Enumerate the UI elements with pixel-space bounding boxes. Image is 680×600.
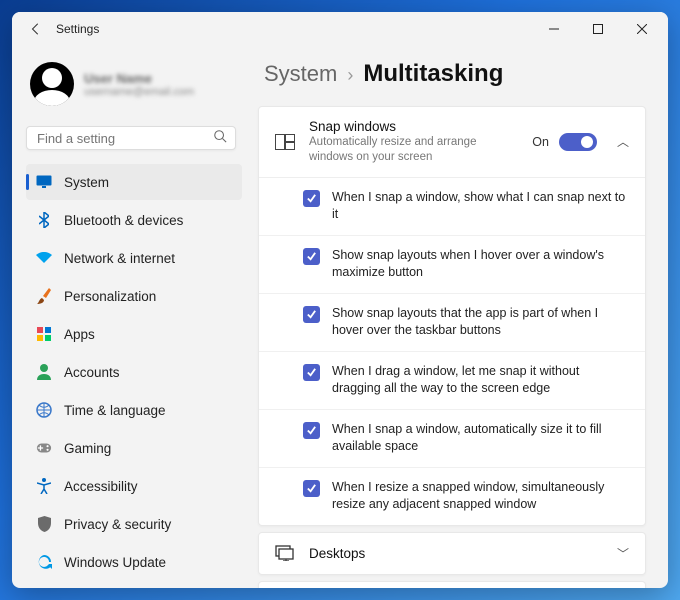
breadcrumb: System › Multitasking: [258, 60, 646, 88]
page-title: Multitasking: [363, 60, 503, 88]
nav-label: Bluetooth & devices: [64, 213, 183, 228]
chevron-down-icon: ﹀: [617, 545, 629, 562]
nav-label: Apps: [64, 327, 95, 342]
sidebar-item-apps[interactable]: Apps: [26, 316, 242, 352]
window-title: Settings: [56, 22, 99, 36]
snap-option-3: When I drag a window, let me snap it wit…: [259, 352, 645, 410]
nav-label: Personalization: [64, 289, 156, 304]
globe-clock-icon: [36, 402, 52, 418]
checkbox[interactable]: [303, 306, 320, 323]
snap-layout-icon: [275, 134, 295, 150]
checkbox[interactable]: [303, 190, 320, 207]
sidebar-item-accounts[interactable]: Accounts: [26, 354, 242, 390]
sidebar-item-windows-update[interactable]: Windows Update: [26, 544, 242, 580]
nav-label: Accounts: [64, 365, 120, 380]
option-label: When I snap a window, show what I can sn…: [332, 189, 629, 224]
snap-subtitle: Automatically resize and arrange windows…: [309, 135, 518, 165]
chevron-up-icon: ︿: [617, 133, 629, 150]
nav-label: Gaming: [64, 441, 111, 456]
snap-option-0: When I snap a window, show what I can sn…: [259, 178, 645, 236]
sidebar-item-bluetooth-devices[interactable]: Bluetooth & devices: [26, 202, 242, 238]
profile-name: User Name: [84, 71, 194, 86]
desktops-header[interactable]: Desktops ﹀: [259, 533, 645, 574]
bluetooth-icon: [36, 212, 52, 228]
sidebar-item-personalization[interactable]: Personalization: [26, 278, 242, 314]
snap-title: Snap windows: [309, 119, 518, 134]
sidebar-item-system[interactable]: System: [26, 164, 242, 200]
shield-icon: [36, 516, 52, 532]
avatar: [30, 62, 74, 106]
sidebar-item-accessibility[interactable]: Accessibility: [26, 468, 242, 504]
brush-icon: [36, 288, 52, 304]
option-label: Show snap layouts when I hover over a wi…: [332, 247, 629, 282]
sidebar: User Name username@email.com System Bluet…: [12, 46, 250, 588]
monitor-icon: [36, 174, 52, 190]
profile-email: username@email.com: [84, 86, 194, 98]
minimize-button[interactable]: [532, 14, 576, 44]
profile-block[interactable]: User Name username@email.com: [26, 54, 242, 122]
toggle-state-label: On: [532, 135, 549, 149]
chevron-right-icon: ›: [347, 65, 353, 86]
snap-options-list: When I snap a window, show what I can sn…: [259, 177, 645, 525]
option-label: When I snap a window, automatically size…: [332, 421, 629, 456]
nav-label: System: [64, 175, 109, 190]
checkbox[interactable]: [303, 422, 320, 439]
apps-icon: [36, 326, 52, 342]
sidebar-item-network-internet[interactable]: Network & internet: [26, 240, 242, 276]
snap-toggle[interactable]: [559, 133, 597, 151]
snap-option-4: When I snap a window, automatically size…: [259, 410, 645, 468]
alt-tab-card: Alt + Tab Pressing Alt + Tab shows: [258, 581, 646, 588]
nav-label: Privacy & security: [64, 517, 171, 532]
snap-option-1: Show snap layouts when I hover over a wi…: [259, 236, 645, 294]
snap-windows-header[interactable]: Snap windows Automatically resize and ar…: [259, 107, 645, 177]
sidebar-item-time-language[interactable]: Time & language: [26, 392, 242, 428]
search-input[interactable]: [37, 131, 213, 146]
desktops-icon: [275, 545, 295, 561]
snap-option-2: Show snap layouts that the app is part o…: [259, 294, 645, 352]
snap-windows-card: Snap windows Automatically resize and ar…: [258, 106, 646, 526]
search-box[interactable]: [26, 126, 236, 150]
wifi-icon: [36, 250, 52, 266]
main-panel: System › Multitasking Snap windows Autom…: [250, 46, 668, 588]
titlebar: Settings: [12, 12, 668, 46]
settings-window: Settings User Name username@email.com Sy…: [12, 12, 668, 588]
sidebar-item-gaming[interactable]: Gaming: [26, 430, 242, 466]
nav-list: System Bluetooth & devices Network & inter…: [26, 164, 242, 580]
nav-label: Network & internet: [64, 251, 175, 266]
desktops-card: Desktops ﹀: [258, 532, 646, 575]
accessibility-icon: [36, 478, 52, 494]
back-button[interactable]: [26, 22, 46, 36]
search-icon: [213, 129, 227, 148]
breadcrumb-parent[interactable]: System: [264, 61, 337, 87]
nav-label: Windows Update: [64, 555, 166, 570]
desktops-title: Desktops: [309, 546, 597, 561]
checkbox[interactable]: [303, 480, 320, 497]
close-button[interactable]: [620, 14, 664, 44]
option-label: When I resize a snapped window, simultan…: [332, 479, 629, 514]
maximize-button[interactable]: [576, 14, 620, 44]
checkbox[interactable]: [303, 248, 320, 265]
sidebar-item-privacy-security[interactable]: Privacy & security: [26, 506, 242, 542]
option-label: Show snap layouts that the app is part o…: [332, 305, 629, 340]
nav-label: Accessibility: [64, 479, 138, 494]
gaming-icon: [36, 440, 52, 456]
checkbox[interactable]: [303, 364, 320, 381]
snap-option-5: When I resize a snapped window, simultan…: [259, 468, 645, 525]
alt-tab-header[interactable]: Alt + Tab Pressing Alt + Tab shows: [259, 582, 645, 588]
option-label: When I drag a window, let me snap it wit…: [332, 363, 629, 398]
update-icon: [36, 554, 52, 570]
person-icon: [36, 364, 52, 380]
nav-label: Time & language: [64, 403, 166, 418]
